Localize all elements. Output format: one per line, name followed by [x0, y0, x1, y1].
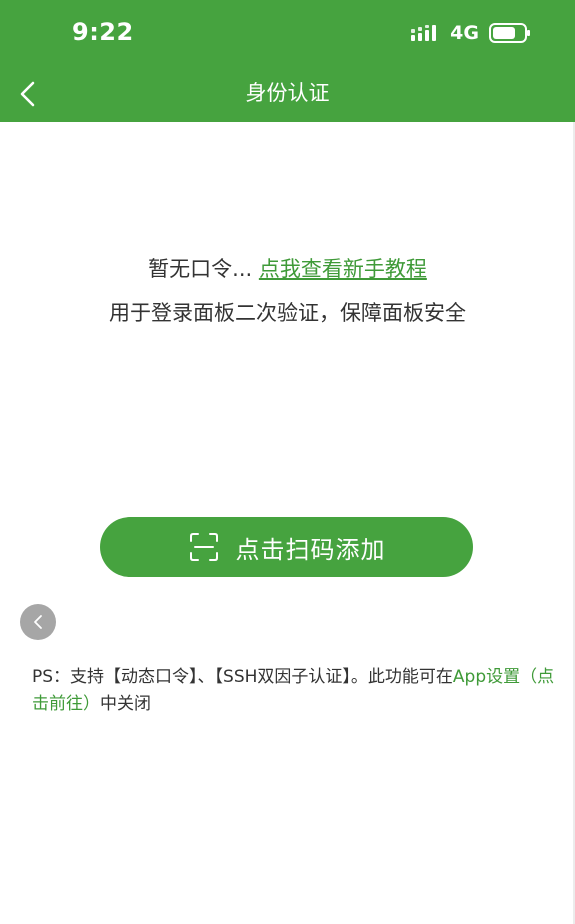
empty-state-description: 用于登录面板二次验证，保障面板安全 — [109, 301, 466, 325]
scan-button-label: 点击扫码添加 — [235, 535, 386, 564]
footnote-suffix: 中关闭 — [100, 694, 151, 714]
footnote-text: PS：支持【动态口令】、【SSH双因子认证】。此功能可在 — [32, 667, 453, 687]
no-token-text: 暂无口令... — [148, 257, 253, 281]
battery-icon — [489, 23, 530, 43]
chevron-left-icon — [34, 615, 42, 629]
signal-icon — [411, 25, 437, 41]
scan-icon — [189, 533, 218, 561]
app-header: 9:22 4G 身份认证 — [0, 0, 575, 122]
network-type-label: 4G — [450, 22, 479, 44]
floating-back-button[interactable] — [20, 604, 56, 640]
page-title: 身份认证 — [245, 81, 330, 105]
empty-state-message: 暂无口令... 点我查看新手教程 — [0, 254, 575, 284]
tutorial-link[interactable]: 点我查看新手教程 — [259, 257, 427, 281]
footnote: PS：支持【动态口令】、【SSH双因子认证】。此功能可在App设置（点击前往）中… — [32, 664, 562, 718]
auth-screen: 9:22 4G 身份认证 暂无口令... 点我查看新手教程 用于登录面板二次验证… — [0, 0, 575, 924]
status-time: 9:22 — [72, 18, 134, 46]
status-icons: 4G — [410, 22, 531, 44]
scan-add-button[interactable]: 点击扫码添加 — [100, 517, 473, 577]
